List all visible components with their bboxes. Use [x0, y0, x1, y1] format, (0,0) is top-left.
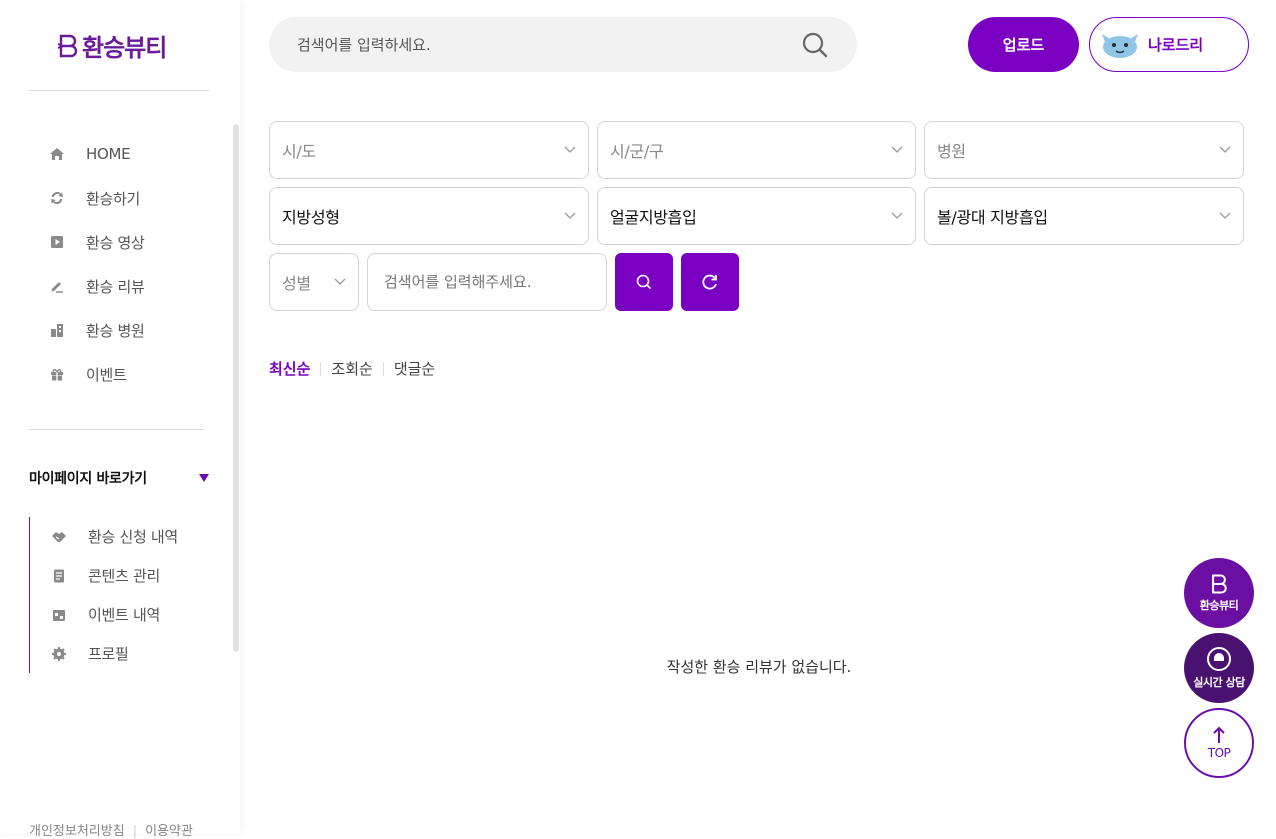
mypage-item-profile[interactable]: 프로필 [50, 634, 178, 673]
brand-name: 환승뷰티 [82, 34, 167, 62]
nav-item-review[interactable]: 환승 리뷰 [48, 264, 145, 308]
category3-select[interactable]: 볼/광대 지방흡입 [924, 187, 1244, 245]
mypage-item-label: 환승 신청 내역 [88, 528, 178, 546]
document-icon [50, 567, 68, 585]
global-search-bar [269, 17, 857, 72]
filter-reset-button[interactable] [681, 253, 739, 311]
sort-separator [320, 361, 322, 376]
search-icon[interactable] [801, 31, 829, 59]
logo-mark-icon [58, 34, 78, 57]
live-chat-button[interactable]: 실시간 상담 [1184, 633, 1254, 703]
play-icon [48, 233, 66, 251]
calendar-icon [50, 606, 68, 624]
sidebar: 환승뷰티 HOME 환승하기 환승 영상 환승 리뷰 환승 병원 이벤트 마이페… [0, 0, 240, 839]
category1-select-label: 지방성형 [282, 208, 340, 227]
chat-icon [1207, 647, 1231, 671]
footer-links: 개인정보처리방침 | 이용약관 [29, 820, 193, 839]
gender-select-label: 성별 [282, 274, 311, 293]
caret-down-icon [199, 474, 209, 482]
chevron-down-icon [1219, 212, 1231, 219]
building-icon [48, 321, 66, 339]
district-select[interactable]: 시/군/구 [597, 121, 916, 179]
scroll-top-button[interactable]: TOP [1184, 708, 1254, 778]
keyword-field [367, 253, 607, 311]
nav-label: 환승하기 [86, 189, 141, 208]
filter-search-button[interactable] [615, 253, 673, 311]
region-select-label: 시/도 [282, 142, 316, 161]
category2-select-label: 얼굴지방흡입 [610, 208, 697, 227]
nav-item-video[interactable]: 환승 영상 [48, 220, 145, 264]
gift-icon [48, 365, 66, 383]
brand-logo[interactable]: 환승뷰티 [58, 28, 167, 63]
privacy-link[interactable]: 개인정보처리방침 [29, 824, 125, 839]
arrow-up-icon [1213, 726, 1225, 743]
gear-icon [50, 645, 68, 663]
category2-select[interactable]: 얼굴지방흡입 [597, 187, 916, 245]
upload-button[interactable]: 업로드 [968, 17, 1079, 72]
nav-label: HOME [86, 145, 131, 163]
nav-label: 이벤트 [86, 365, 127, 384]
nav-item-transfer[interactable]: 환승하기 [48, 176, 144, 220]
mypage-nav: 환승 신청 내역 콘텐츠 관리 이벤트 내역 프로필 [29, 517, 178, 673]
mypage-item-applications[interactable]: 환승 신청 내역 [50, 517, 178, 556]
main-nav: HOME 환승하기 환승 영상 환승 리뷰 환승 병원 이벤트 [48, 132, 145, 396]
live-chat-label: 실시간 상담 [1193, 676, 1245, 689]
floating-brand-label: 환승뷰티 [1199, 599, 1239, 612]
hospital-select[interactable]: 병원 [924, 121, 1244, 179]
sort-comments[interactable]: 댓글순 [394, 358, 435, 379]
sidebar-divider [29, 429, 204, 430]
swap-icon [48, 189, 66, 207]
mypage-item-label: 프로필 [88, 645, 129, 663]
mypage-item-label: 이벤트 내역 [88, 606, 160, 624]
handshake-icon [50, 528, 68, 546]
keyword-input[interactable] [384, 273, 590, 291]
floating-brand-button[interactable]: 환승뷰티 [1184, 558, 1254, 628]
sort-separator [382, 361, 384, 376]
category3-select-label: 볼/광대 지방흡입 [937, 208, 1048, 227]
refresh-icon [702, 274, 717, 290]
home-icon [48, 145, 66, 163]
hospital-select-label: 병원 [937, 142, 966, 161]
nav-item-home[interactable]: HOME [48, 132, 144, 176]
scroll-top-label: TOP [1207, 746, 1231, 760]
user-name: 나로드리 [1148, 36, 1204, 54]
chevron-down-icon [891, 146, 903, 153]
mypage-title: 마이페이지 바로가기 [29, 471, 147, 487]
empty-state-message: 작성한 환승 리뷰가 없습니다. [666, 658, 852, 676]
nav-label: 환승 병원 [86, 321, 145, 340]
mypage-item-content[interactable]: 콘텐츠 관리 [50, 556, 178, 595]
search-icon [636, 274, 651, 289]
sort-options: 최신순 조회순 댓글순 [269, 358, 435, 379]
avatar [1102, 33, 1138, 58]
nav-label: 환승 리뷰 [86, 277, 145, 296]
logo-mark-icon [1212, 574, 1227, 594]
sidebar-divider [29, 90, 209, 91]
region-select[interactable]: 시/도 [269, 121, 589, 179]
pencil-icon [48, 277, 66, 295]
mypage-toggle[interactable]: 마이페이지 바로가기 [29, 468, 209, 488]
gender-select[interactable]: 성별 [269, 253, 359, 311]
category1-select[interactable]: 지방성형 [269, 187, 589, 245]
chevron-down-icon [564, 212, 576, 219]
mypage-item-label: 콘텐츠 관리 [88, 567, 160, 585]
mypage-item-events[interactable]: 이벤트 내역 [50, 595, 178, 634]
global-search-input[interactable] [297, 35, 801, 54]
user-profile-button[interactable]: 나로드리 [1089, 17, 1249, 72]
chevron-down-icon [1219, 146, 1231, 153]
terms-link[interactable]: 이용약관 [145, 824, 193, 839]
sidebar-scrollbar[interactable] [233, 124, 239, 652]
chevron-down-icon [334, 278, 346, 285]
nav-item-hospital[interactable]: 환승 병원 [48, 308, 145, 352]
chevron-down-icon [564, 146, 576, 153]
sort-latest[interactable]: 최신순 [269, 358, 310, 379]
chevron-down-icon [891, 212, 903, 219]
footer-separator: | [132, 824, 138, 839]
nav-label: 환승 영상 [86, 233, 145, 252]
nav-item-event[interactable]: 이벤트 [48, 352, 144, 396]
district-select-label: 시/군/구 [610, 142, 664, 161]
sort-views[interactable]: 조회순 [331, 358, 372, 379]
